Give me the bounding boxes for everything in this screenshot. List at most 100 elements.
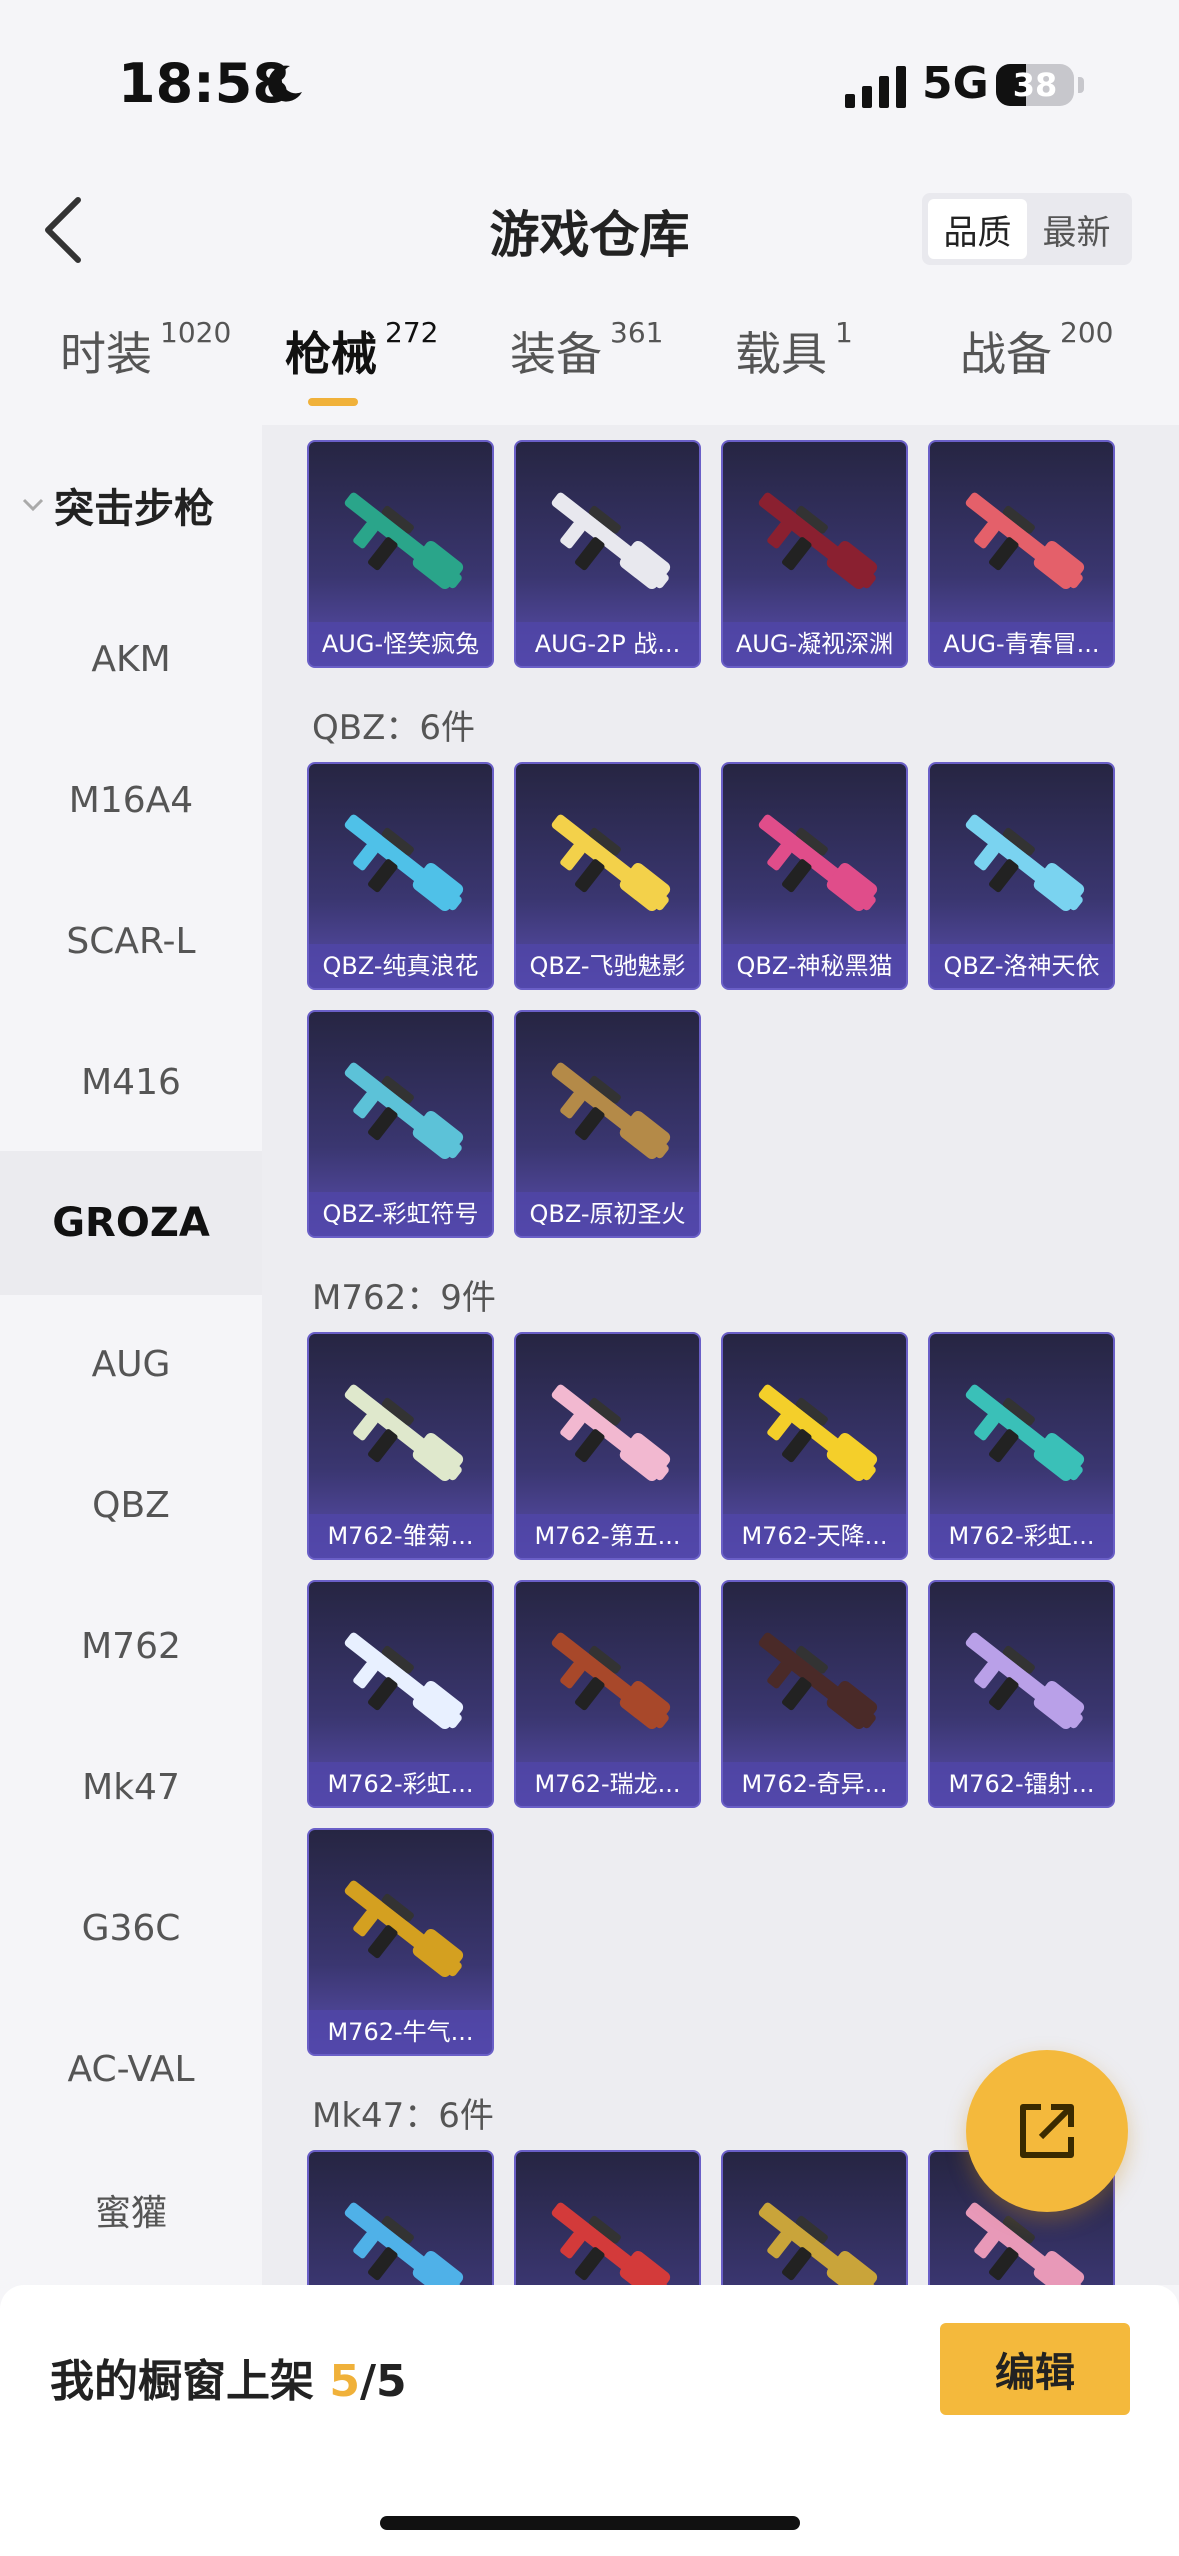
- rifle-icon: [965, 492, 1085, 590]
- sidebar-item-scar-l[interactable]: SCAR-L: [0, 869, 262, 1013]
- skin-name: AUG-2P 战...: [516, 622, 699, 666]
- sidebar-item-蜜獾[interactable]: 蜜獾: [0, 2138, 262, 2282]
- sidebar-category[interactable]: 突击步枪: [0, 465, 262, 545]
- sort-newest-button[interactable]: 最新: [1027, 199, 1126, 259]
- rifle-icon: [551, 1632, 671, 1730]
- rifle-icon: [344, 492, 464, 590]
- skin-card[interactable]: M762-第五...: [514, 1332, 701, 1560]
- status-bar: 18:58 5G 38: [0, 0, 1179, 150]
- skin-card[interactable]: QBZ-原初圣火: [514, 1010, 701, 1238]
- tab-label: 载具: [735, 327, 827, 381]
- sidebar-item-qbz[interactable]: QBZ: [0, 1433, 262, 1577]
- sidebar-item-akm[interactable]: AKM: [0, 587, 262, 731]
- tab-count: 200: [1060, 316, 1114, 349]
- skin-name: M762-彩虹...: [309, 1762, 492, 1806]
- skin-card[interactable]: M762-天降...: [721, 1332, 908, 1560]
- share-icon: [1020, 2104, 1074, 2158]
- skin-name: QBZ-彩虹符号: [309, 1192, 492, 1236]
- tab-guns[interactable]: 枪械 272: [285, 316, 439, 384]
- battery-icon: 38: [996, 64, 1074, 106]
- skin-name: AUG-凝视深渊: [723, 622, 906, 666]
- rifle-icon: [758, 2202, 878, 2285]
- rifle-icon: [965, 814, 1085, 912]
- rifle-icon: [551, 1062, 671, 1160]
- rifle-icon: [344, 2202, 464, 2285]
- section-title: M762：9件: [312, 1278, 496, 1318]
- skin-card[interactable]: [721, 2150, 908, 2285]
- skin-card[interactable]: AUG-怪笑疯兔: [307, 440, 494, 668]
- rifle-icon: [551, 1384, 671, 1482]
- rifle-icon: [344, 1384, 464, 1482]
- rifle-icon: [965, 1632, 1085, 1730]
- skin-name: M762-奇异...: [723, 1762, 906, 1806]
- section-title: QBZ：6件: [312, 708, 476, 748]
- skin-card[interactable]: QBZ-飞驰魅影: [514, 762, 701, 990]
- showcase-total: 5: [376, 2356, 407, 2407]
- skin-card[interactable]: AUG-青春冒...: [928, 440, 1115, 668]
- skin-name: M762-第五...: [516, 1514, 699, 1558]
- skin-card[interactable]: QBZ-纯真浪花: [307, 762, 494, 990]
- home-indicator[interactable]: [380, 2516, 800, 2530]
- skin-card[interactable]: M762-彩虹...: [928, 1332, 1115, 1560]
- rifle-icon: [344, 814, 464, 912]
- tab-count: 272: [385, 316, 439, 349]
- tab-count: 361: [610, 316, 664, 349]
- rifle-icon: [551, 492, 671, 590]
- rifle-icon: [758, 1384, 878, 1482]
- skin-card[interactable]: M762-瑞龙...: [514, 1580, 701, 1808]
- tab-fashion[interactable]: 时装 1020: [60, 316, 232, 384]
- showcase-label: 我的橱窗上架: [50, 2356, 330, 2407]
- rifle-icon: [758, 1632, 878, 1730]
- skin-name: QBZ-原初圣火: [516, 1192, 699, 1236]
- moon-icon: [268, 65, 302, 102]
- showcase-separator: /: [359, 2356, 377, 2407]
- tab-vehicles[interactable]: 载具 1: [735, 316, 853, 384]
- signal-icon: [845, 66, 906, 108]
- sidebar-item-aug[interactable]: AUG: [0, 1292, 262, 1436]
- skin-card[interactable]: AUG-2P 战...: [514, 440, 701, 668]
- tab-count: 1: [835, 316, 853, 349]
- skin-name: M762-瑞龙...: [516, 1762, 699, 1806]
- skin-card[interactable]: M762-雏菊...: [307, 1332, 494, 1560]
- skin-card[interactable]: [514, 2150, 701, 2285]
- rifle-icon: [965, 1384, 1085, 1482]
- sidebar-item-g36c[interactable]: G36C: [0, 1856, 262, 2000]
- skin-card[interactable]: [307, 2150, 494, 2285]
- skin-card[interactable]: M762-奇异...: [721, 1580, 908, 1808]
- sidebar-item-ac-val[interactable]: AC-VAL: [0, 1997, 262, 2141]
- chevron-down-icon: [22, 498, 44, 512]
- skin-card[interactable]: AUG-凝视深渊: [721, 440, 908, 668]
- weapon-grid: AUG-怪笑疯兔 AUG-2P 战... AUG-凝视深渊 AUG-青春冒... QBZ…: [262, 425, 1179, 2285]
- rifle-icon: [344, 1880, 464, 1978]
- sidebar-item-m762[interactable]: M762: [0, 1574, 262, 1718]
- battery-tip: [1078, 77, 1084, 93]
- battery-percent: 38: [1012, 66, 1058, 104]
- skin-card[interactable]: M762-镭射...: [928, 1580, 1115, 1808]
- skin-card[interactable]: QBZ-彩虹符号: [307, 1010, 494, 1238]
- sidebar-item-groza[interactable]: GROZA: [0, 1151, 262, 1295]
- skin-card[interactable]: M762-彩虹...: [307, 1580, 494, 1808]
- sort-quality-button[interactable]: 品质: [928, 199, 1027, 259]
- tab-label: 战备: [960, 327, 1052, 381]
- skin-card[interactable]: M762-牛气...: [307, 1828, 494, 2056]
- skin-name: M762-牛气...: [309, 2010, 492, 2054]
- sidebar-item-m416[interactable]: M416: [0, 1010, 262, 1154]
- tab-label: 时装: [60, 327, 152, 381]
- share-button[interactable]: [966, 2050, 1128, 2212]
- sidebar-item-m16a4[interactable]: M16A4: [0, 728, 262, 872]
- skin-name: QBZ-飞驰魅影: [516, 944, 699, 988]
- skin-card[interactable]: QBZ-神秘黑猫: [721, 762, 908, 990]
- showcase-count: 我的橱窗上架 5/5: [50, 2345, 407, 2409]
- sidebar-category-label: 突击步枪: [54, 486, 214, 532]
- tab-label: 枪械: [285, 327, 377, 381]
- sidebar-item-mk47[interactable]: Mk47: [0, 1715, 262, 1859]
- skin-card[interactable]: QBZ-洛神天依: [928, 762, 1115, 990]
- tab-count: 1020: [160, 316, 232, 349]
- sort-toggle[interactable]: 品质 最新: [922, 193, 1132, 265]
- edit-button[interactable]: 编辑: [940, 2323, 1130, 2415]
- tab-label: 装备: [510, 327, 602, 381]
- skin-name: QBZ-洛神天依: [930, 944, 1113, 988]
- rifle-icon: [344, 1062, 464, 1160]
- tab-equipment[interactable]: 装备 361: [510, 316, 664, 384]
- tab-supplies[interactable]: 战备 200: [960, 316, 1114, 384]
